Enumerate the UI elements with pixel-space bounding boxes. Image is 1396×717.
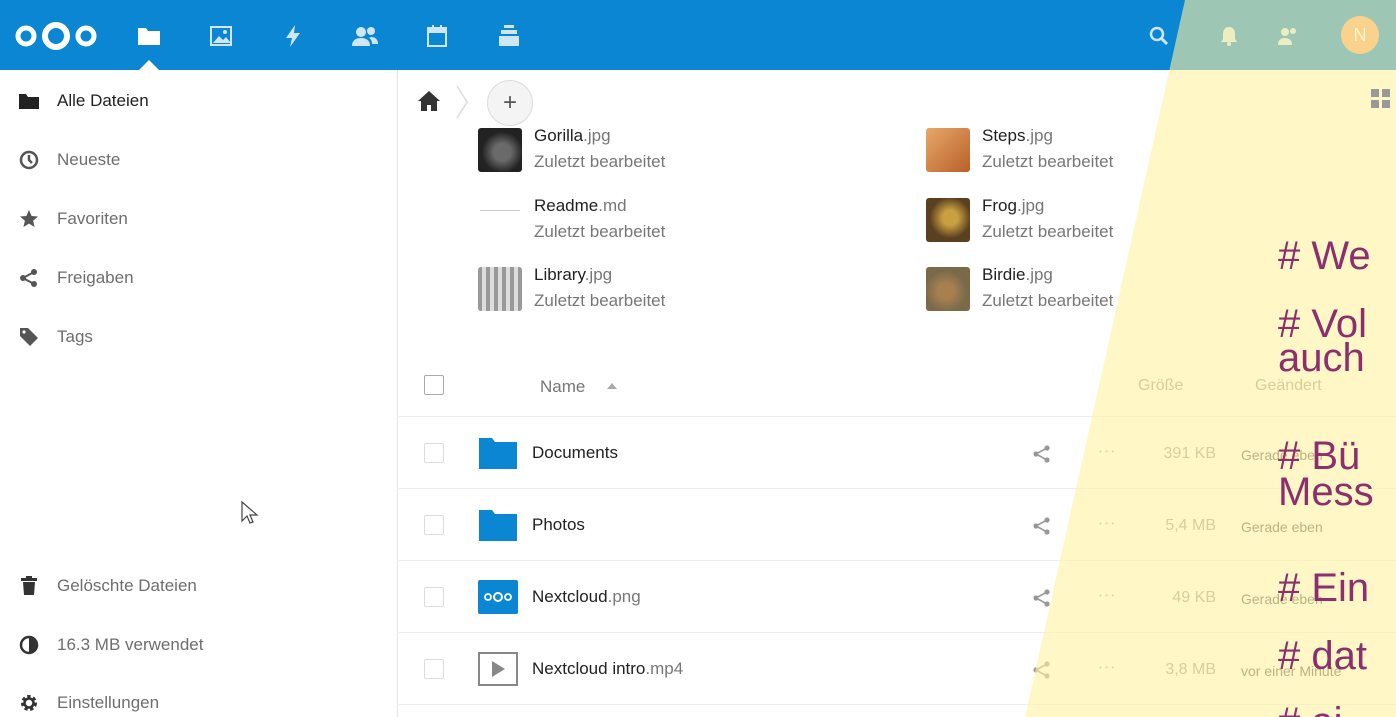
- overlay-line: Mess: [1278, 470, 1374, 514]
- overlay-line: # We: [1278, 234, 1371, 278]
- overlay-line: # Ein: [1278, 566, 1370, 610]
- overlay-line: auch: [1278, 336, 1365, 380]
- overlay-line: # ai: [1278, 702, 1343, 717]
- grid-view-icon[interactable]: [1370, 88, 1392, 110]
- overlay-line: # dat: [1278, 634, 1367, 678]
- overlay-text-layer: # We # Vol auch # Bü Mess # Ein # dat # …: [0, 0, 1396, 717]
